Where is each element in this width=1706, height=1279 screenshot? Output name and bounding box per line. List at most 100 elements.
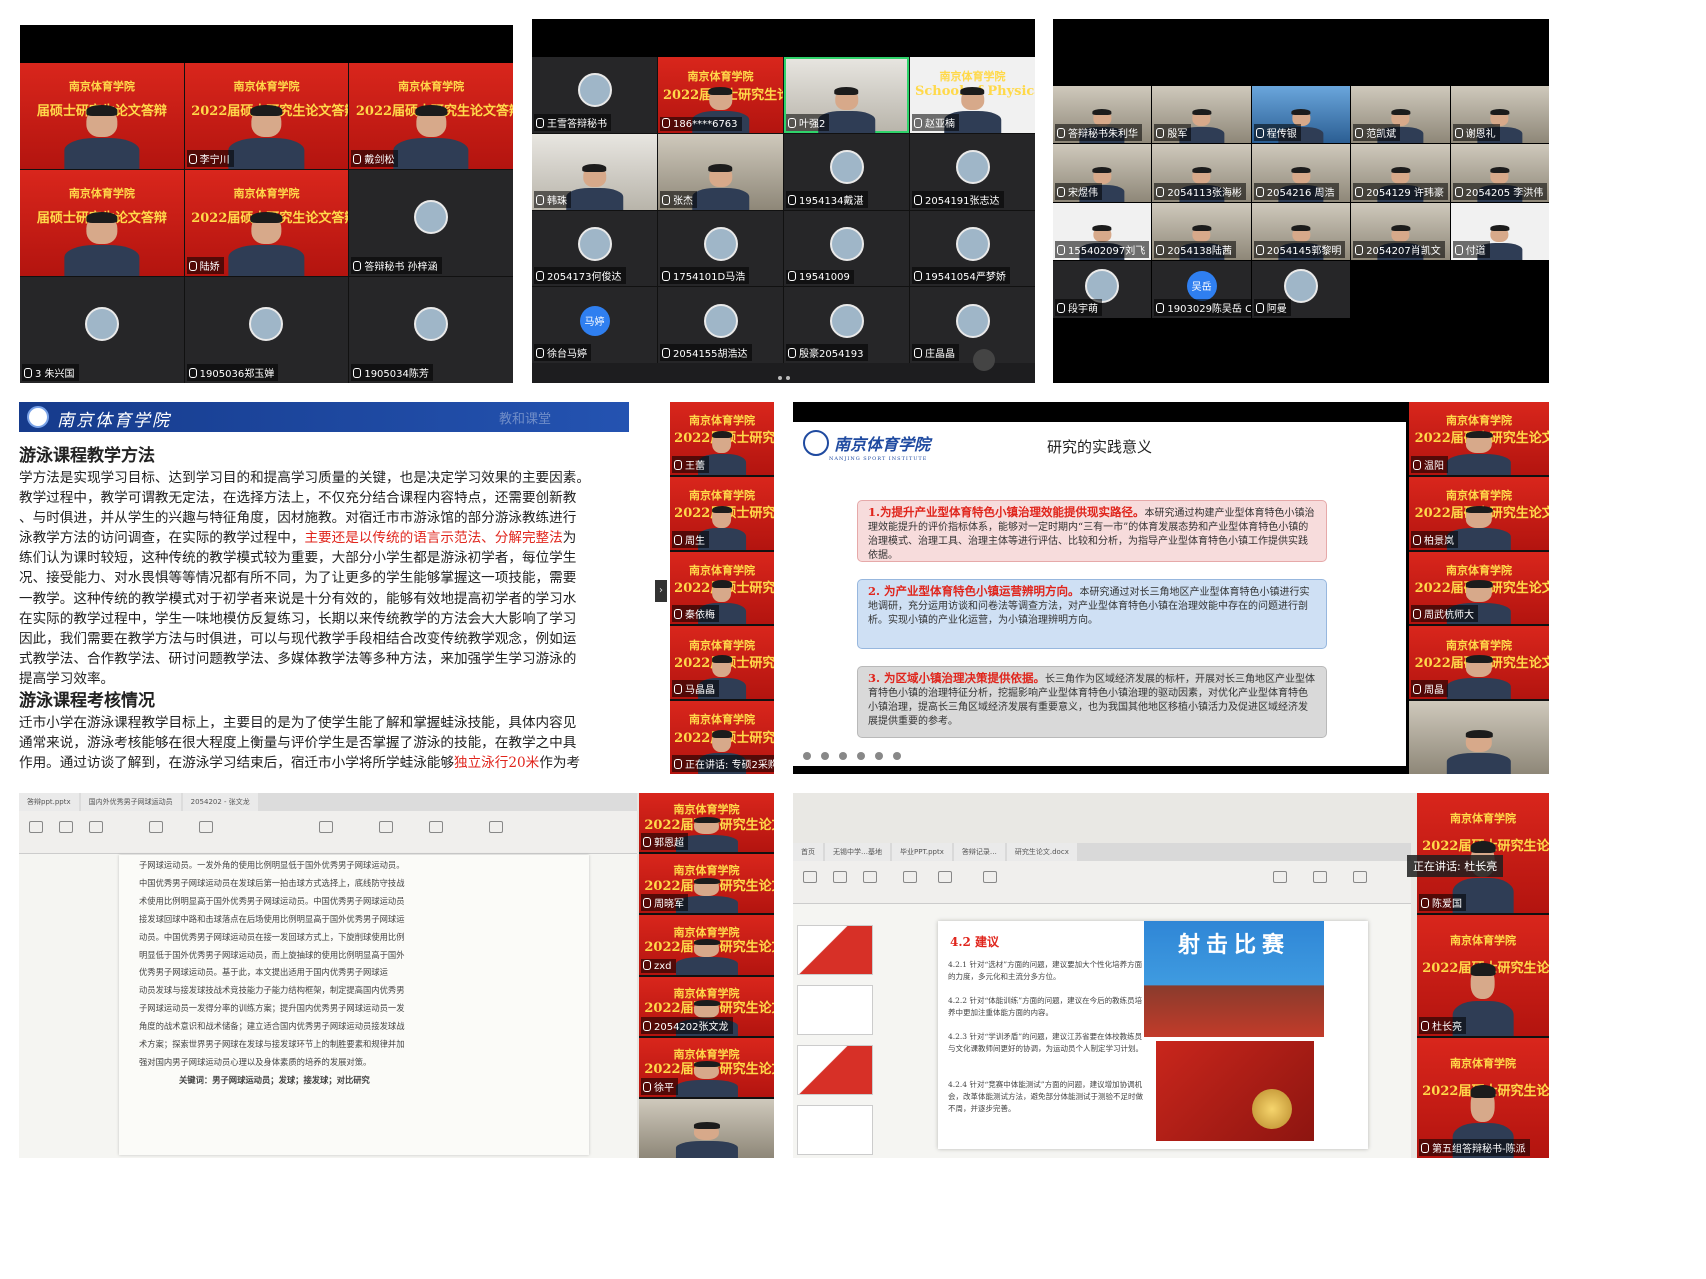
participant-tile[interactable]: 庄晶晶 — [910, 287, 1035, 363]
collapse-sidebar-button[interactable]: › — [655, 580, 667, 602]
participant-tile[interactable]: 南京体育学院School of Physical Education赵亚楠 — [910, 57, 1035, 133]
tab[interactable]: 答辩ppt.pptx — [19, 793, 79, 811]
participant-tile[interactable]: 阿曼 — [1251, 260, 1351, 318]
participant-tile[interactable]: 2054207肖凯文 — [1351, 202, 1450, 260]
participant-tile[interactable]: 3 朱兴国 — [20, 277, 184, 383]
participant-tile[interactable]: 叶强2 — [784, 57, 909, 133]
participant-tile[interactable]: 南京体育学院2022届硕士研究生论文答辩王蕾 — [670, 402, 774, 475]
participant-tile[interactable]: 南京体育学院2022届硕士研究生论文答辩正在讲话: 专硕2采购小罗20 — [670, 701, 774, 774]
participant-tile[interactable]: 南京体育学院2022届硕士研究生论文答辩186****6763 — [658, 57, 783, 133]
tab[interactable]: 首页 — [793, 843, 823, 861]
slide-thumbnails[interactable] — [797, 925, 873, 1155]
slide-controls[interactable] — [803, 752, 901, 760]
participant-tile[interactable]: 南京体育学院2022届硕士研究生论文答辩李宁川 — [184, 63, 349, 169]
participant-tile[interactable]: 1905034陈芳 — [349, 277, 513, 383]
participant-tile[interactable]: 2054191张志达 — [910, 133, 1035, 210]
participant-tile[interactable] — [1409, 701, 1549, 774]
participant-tile[interactable]: 19541009 — [784, 210, 909, 287]
participant-tile[interactable]: 南京体育学院2022届硕士研究生论文答辩温阳 — [1409, 402, 1549, 475]
participant-tile[interactable]: 答辩秘书 孙梓涵 — [349, 170, 513, 276]
participant-tile[interactable]: 南京体育学院2022届硕士研究生论文答辩马晶晶 — [670, 626, 774, 700]
participant-tile[interactable]: 南京体育学院2022届硕士研究生论文答辩周晶 — [1409, 626, 1549, 700]
participant-tile[interactable]: 谢恩礼 — [1450, 86, 1549, 144]
participant-name: 叶强2 — [786, 113, 830, 131]
participant-tile[interactable]: 王雪答辩秘书 — [532, 57, 657, 133]
participant-tile[interactable]: 段宇萌 — [1053, 260, 1152, 318]
participant-video — [675, 1061, 738, 1097]
microphone-icon — [914, 117, 922, 128]
tab[interactable]: 答辩记录… — [953, 843, 1005, 861]
background-banner-text: 南京体育学院 — [1446, 563, 1512, 577]
participant-tile[interactable]: 张杰 — [658, 133, 783, 210]
participant-tile[interactable]: 南京体育学院2022届硕士研究生论文答辩柏景岚 — [1409, 476, 1549, 550]
participant-tile[interactable]: 南京体育学院2022届硕士研究生论文答辩陆娇 — [184, 170, 349, 276]
participant-tile[interactable]: 韩珠 — [532, 133, 657, 210]
zoom-icon[interactable] — [857, 752, 865, 760]
wps-window: 答辩ppt.pptx 国内外优秀男子网球运动员 2054202 - 张文龙 子网… — [19, 793, 637, 1158]
paragraph-line: 况、接受能力、对水畏惧等等情况都有所不同，为了让更多的学生能够掌握这一项技能，需… — [19, 570, 577, 587]
participant-tile[interactable]: 2054155胡浩达 — [658, 287, 783, 363]
slide-thumbnail[interactable] — [797, 1045, 873, 1095]
participant-tile[interactable]: 范凯斌 — [1351, 86, 1450, 144]
participant-tile[interactable]: 1754101D马浩 — [658, 210, 783, 287]
participant-tile[interactable]: 2054216 周浩 — [1251, 144, 1351, 202]
view-toggle-button[interactable] — [973, 349, 995, 371]
photo-slide-screen: 首页 无锡中学…基地 毕业PPT.pptx 答辩记录… 研究生论文.docx 4… — [793, 793, 1549, 1158]
next-slide-icon[interactable] — [821, 752, 829, 760]
tab[interactable]: 研究生论文.docx — [1006, 843, 1077, 861]
participant-tile[interactable]: 2054205 李洪伟 — [1450, 144, 1549, 202]
participant-tile[interactable]: 马婷 徐台马婷 — [532, 287, 657, 363]
participant-tile[interactable]: 2054173何俊达 — [532, 210, 657, 287]
slide-heading: 4.2 建议 — [950, 935, 1000, 949]
participant-tile[interactable]: 南京体育学院2022届硕士研究生论文答辩杜长亮 — [1417, 915, 1549, 1036]
tab[interactable]: 2054202 - 张文龙 — [182, 793, 258, 811]
participant-tile[interactable]: 2054129 许玮豪 — [1351, 144, 1450, 202]
participant-tile[interactable]: 南京体育学院2022届硕士研究生论文答辩zxd — [639, 915, 774, 975]
participant-tile[interactable]: 南京体育学院2022届硕士研究生论文答辩周晓军 — [639, 854, 774, 914]
participant-tile[interactable]: 南京体育学院2022届硕士研究生论文答辩周生 — [670, 476, 774, 550]
participant-tile[interactable]: 19541054严梦娇 — [910, 210, 1035, 287]
participant-tile[interactable]: 付道 — [1450, 202, 1549, 260]
slide-thumbnail[interactable] — [797, 925, 873, 975]
background-banner-text: 南京体育学院 — [68, 186, 135, 200]
participant-tile[interactable]: 2054145郭黎明 — [1251, 202, 1351, 260]
participant-tile[interactable]: 南京体育学院2022届硕士研究生论文答辩第五组答辩秘书-陈派 — [1417, 1037, 1549, 1158]
participant-tile[interactable]: 南京体育学院2022届硕士研究生论文答辩陈爱国 — [1417, 793, 1549, 914]
slide-thumbnail[interactable] — [797, 1105, 873, 1155]
participant-tile[interactable]: 吴岳 1903029陈吴岳 CN — [1152, 260, 1251, 318]
pen-icon[interactable] — [839, 752, 847, 760]
participant-tile[interactable]: 南京体育学院2022届硕士研究生论文答辩周武杭师大 — [1409, 551, 1549, 625]
participant-tile[interactable]: 1954134戴湛 — [784, 133, 909, 210]
microphone-icon — [1454, 186, 1463, 197]
participant-tile[interactable]: 殷军 — [1152, 86, 1251, 144]
participant-tile[interactable]: 南京体育学院2022届硕士研究生论文答辩徐平 — [639, 1037, 774, 1097]
highlighted-text: 主要还是以传统的语言示范法、分解完整法 — [304, 530, 563, 547]
participant-tile[interactable]: 答辩秘书朱利华 — [1053, 86, 1152, 144]
participant-tile[interactable]: 2054138陆茜 — [1152, 202, 1251, 260]
participant-tile[interactable]: 宋煜伟 — [1053, 144, 1152, 202]
microphone-icon — [1156, 128, 1165, 139]
participant-tile[interactable]: 2054113张海彬 — [1152, 144, 1251, 202]
page-indicator[interactable] — [777, 376, 790, 380]
prev-slide-icon[interactable] — [803, 752, 811, 760]
participant-tile[interactable]: 155402097刘飞 — [1053, 202, 1152, 260]
participant-tile[interactable]: 殷豪2054193 — [784, 287, 909, 363]
more-icon[interactable] — [893, 752, 901, 760]
menu-icon[interactable] — [875, 752, 883, 760]
slide-thumbnail[interactable] — [797, 985, 873, 1035]
participant-tile[interactable]: 程传银 — [1251, 86, 1351, 144]
participant-tile[interactable]: 南京体育学院届硕士研究生论文答辩 — [20, 170, 184, 276]
participant-tile[interactable]: 南京体育学院2022届硕士研究生论文答辩郭恩超 — [639, 793, 774, 853]
participant-tile[interactable]: 南京体育学院2022届硕士研究生论文答辩戴剑松 — [349, 63, 513, 169]
microphone-icon — [24, 368, 32, 378]
tab[interactable]: 国内外优秀男子网球运动员 — [80, 793, 181, 811]
tab[interactable]: 无锡中学…基地 — [825, 843, 890, 861]
participant-tile[interactable]: 南京体育学院届硕士研究生论文答辩 — [20, 63, 184, 169]
participant-name: 155402097刘飞 — [1055, 240, 1150, 258]
tab[interactable]: 毕业PPT.pptx — [892, 843, 952, 861]
participant-tile[interactable]: 1905036郑玉婵 — [184, 277, 349, 383]
participant-tile[interactable]: 南京体育学院2022届硕士研究生论文答辩2054202张文龙 — [639, 976, 774, 1036]
participant-tile[interactable]: 南京体育学院2022届硕士研究生论文答辩秦依梅 — [670, 551, 774, 625]
participant-name: 2054145郭黎明 — [1253, 240, 1346, 258]
participant-tile[interactable] — [639, 1098, 774, 1158]
